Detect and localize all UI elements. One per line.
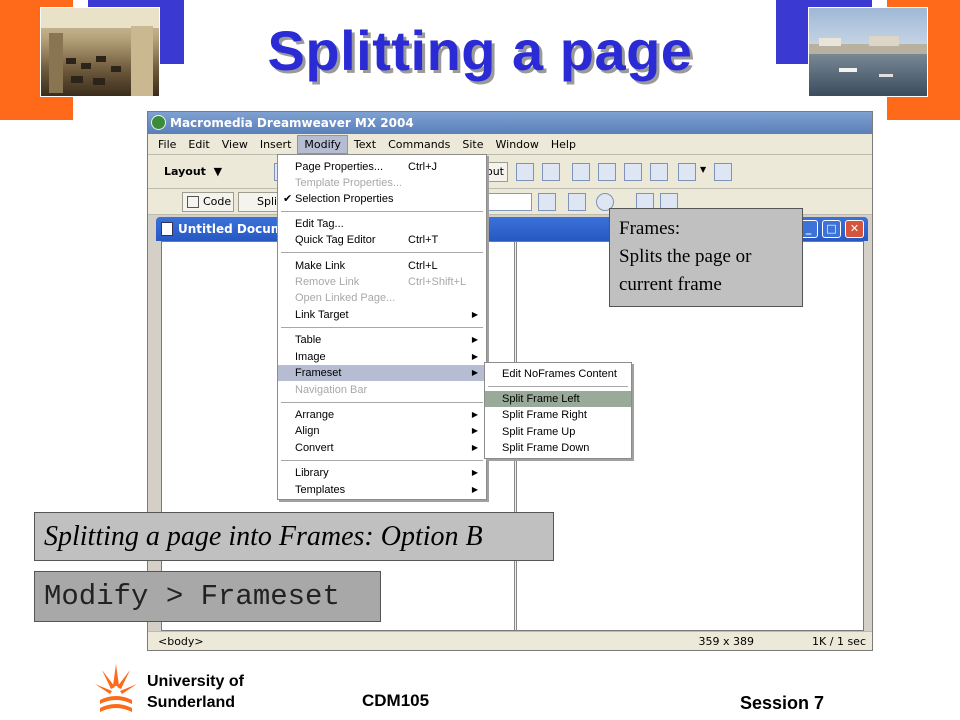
university-name-line1: University of bbox=[147, 673, 244, 690]
menu-item-align[interactable]: Align ▶ bbox=[278, 423, 486, 439]
menu-item-quick-tag-editor[interactable]: Quick Tag Editor Ctrl+T bbox=[278, 232, 486, 248]
university-name-line2: Sunderland bbox=[147, 694, 236, 711]
menu-insert[interactable]: Insert bbox=[254, 136, 298, 153]
layout-cell-icon[interactable] bbox=[542, 163, 560, 181]
submenu-arrow-icon: ▶ bbox=[471, 443, 478, 452]
submenu-arrow-icon: ▶ bbox=[471, 368, 478, 377]
submenu-arrow-icon: ▶ bbox=[471, 426, 478, 435]
menu-separator bbox=[281, 252, 483, 253]
menu-file[interactable]: File bbox=[152, 136, 182, 153]
menu-item-link-target[interactable]: Link Target ▶ bbox=[278, 307, 486, 323]
menu-item-navigation-bar: Navigation Bar bbox=[295, 384, 368, 396]
menu-item-frameset[interactable]: Frameset ▶ bbox=[278, 365, 486, 381]
code-button-label: Code bbox=[203, 195, 232, 208]
submenu-arrow-icon: ▶ bbox=[471, 310, 478, 319]
check-icon: ✔ bbox=[283, 193, 293, 205]
insert-bar: Layout ▼ out ▼ bbox=[148, 155, 872, 189]
app-titlebar: Macromedia Dreamweaver MX 2004 bbox=[148, 112, 872, 134]
menu-site[interactable]: Site bbox=[456, 136, 489, 153]
menu-item-table[interactable]: Table ▶ bbox=[278, 332, 486, 348]
frames-callout-line1: Frames: bbox=[619, 218, 681, 239]
course-code: CDM105 bbox=[362, 691, 430, 710]
close-button[interactable]: ✕ bbox=[845, 220, 864, 238]
menu-separator bbox=[488, 386, 628, 387]
menu-separator bbox=[281, 402, 483, 403]
document-icon bbox=[161, 222, 173, 236]
code-icon bbox=[187, 196, 199, 208]
menu-item-selection-properties[interactable]: ✔ Selection Properties bbox=[278, 191, 486, 207]
menu-help[interactable]: Help bbox=[545, 136, 582, 153]
menu-item-template-properties: Template Properties... bbox=[295, 177, 402, 189]
menu-item-page-properties[interactable]: Page Properties... Ctrl+J bbox=[278, 159, 486, 175]
menu-path-callout: Modify > Frameset bbox=[34, 571, 381, 622]
insert-table-icon[interactable] bbox=[572, 163, 590, 181]
menu-view[interactable]: View bbox=[216, 136, 254, 153]
insert-category-label: Layout bbox=[164, 165, 206, 178]
menu-item-templates[interactable]: Templates ▶ bbox=[278, 482, 486, 498]
option-callout: Splitting a page into Frames: Option B bbox=[34, 512, 554, 561]
menu-item-convert[interactable]: Convert ▶ bbox=[278, 440, 486, 456]
download-stats: 1K / 1 sec bbox=[812, 635, 866, 648]
dropdown-arrow-icon: ▼ bbox=[209, 165, 223, 178]
tabular-data-icon[interactable] bbox=[714, 163, 732, 181]
maximize-button[interactable]: □ bbox=[822, 220, 841, 238]
frames-callout-line3: current frame bbox=[619, 274, 722, 295]
submenu-item-split-frame-down[interactable]: Split Frame Down bbox=[485, 440, 631, 456]
menu-item-make-link[interactable]: Make Link Ctrl+L bbox=[278, 258, 486, 274]
frames-callout-line2: Splits the page or bbox=[619, 246, 752, 267]
menu-item-image[interactable]: Image ▶ bbox=[278, 349, 486, 365]
menu-window[interactable]: Window bbox=[490, 136, 545, 153]
menu-item-arrange[interactable]: Arrange ▶ bbox=[278, 407, 486, 423]
insert-category-dropdown[interactable]: Layout ▼ bbox=[164, 165, 222, 178]
slide-title: Splitting a page bbox=[267, 19, 693, 82]
frames-dropdown-icon[interactable]: ▼ bbox=[700, 165, 706, 174]
menu-separator bbox=[281, 211, 483, 212]
document-title: Untitled Docume bbox=[178, 222, 292, 236]
file-management-icon[interactable] bbox=[568, 193, 586, 211]
code-view-button[interactable]: Code bbox=[182, 192, 234, 212]
menu-item-edit-tag[interactable]: Edit Tag... bbox=[278, 216, 486, 232]
frames-icon[interactable] bbox=[678, 163, 696, 181]
submenu-arrow-icon: ▶ bbox=[471, 335, 478, 344]
menu-commands[interactable]: Commands bbox=[382, 136, 456, 153]
frames-callout: Frames: Splits the page or current frame bbox=[609, 208, 803, 307]
status-bar: <body> 359 x 389 1K / 1 sec bbox=[148, 631, 872, 650]
modify-menu: Page Properties... Ctrl+J Template Proper… bbox=[277, 154, 487, 500]
tag-selector[interactable]: <body> bbox=[158, 635, 204, 648]
insert-div-icon[interactable] bbox=[598, 163, 616, 181]
submenu-arrow-icon: ▶ bbox=[471, 485, 478, 494]
submenu-arrow-icon: ▶ bbox=[471, 410, 478, 419]
submenu-item-edit-noframes[interactable]: Edit NoFrames Content bbox=[485, 366, 631, 382]
submenu-item-split-frame-up[interactable]: Split Frame Up bbox=[485, 424, 631, 440]
insert-column-right-icon[interactable] bbox=[650, 163, 668, 181]
menu-separator bbox=[281, 460, 483, 461]
session-label: Session 7 bbox=[740, 693, 825, 713]
dreamweaver-icon bbox=[151, 115, 166, 130]
document-title-input[interactable] bbox=[488, 193, 532, 211]
submenu-item-split-frame-left[interactable]: Split Frame Left bbox=[485, 391, 631, 407]
university-logo-icon bbox=[94, 662, 138, 718]
menu-separator bbox=[281, 327, 483, 328]
split-view-button[interactable]: Split bbox=[238, 192, 281, 212]
menu-item-open-linked-page: Open Linked Page... bbox=[295, 292, 396, 304]
browser-check-icon[interactable] bbox=[538, 193, 556, 211]
window-size[interactable]: 359 x 389 bbox=[699, 635, 755, 648]
insert-column-left-icon[interactable] bbox=[624, 163, 642, 181]
menubar: File Edit View Insert Modify Text Comman… bbox=[148, 134, 872, 155]
menu-modify[interactable]: Modify bbox=[297, 134, 348, 154]
app-title: Macromedia Dreamweaver MX 2004 bbox=[170, 116, 414, 130]
submenu-arrow-icon: ▶ bbox=[471, 352, 478, 361]
menu-item-library[interactable]: Library ▶ bbox=[278, 465, 486, 481]
menu-text[interactable]: Text bbox=[348, 136, 382, 153]
menu-item-remove-link: Remove Link Ctrl+Shift+L bbox=[295, 276, 467, 288]
submenu-arrow-icon: ▶ bbox=[471, 468, 478, 477]
submenu-item-split-frame-right[interactable]: Split Frame Right bbox=[485, 407, 631, 423]
layout-table-icon[interactable] bbox=[516, 163, 534, 181]
frameset-submenu: Edit NoFrames Content Split Frame Left S… bbox=[484, 362, 632, 459]
menu-edit[interactable]: Edit bbox=[182, 136, 215, 153]
